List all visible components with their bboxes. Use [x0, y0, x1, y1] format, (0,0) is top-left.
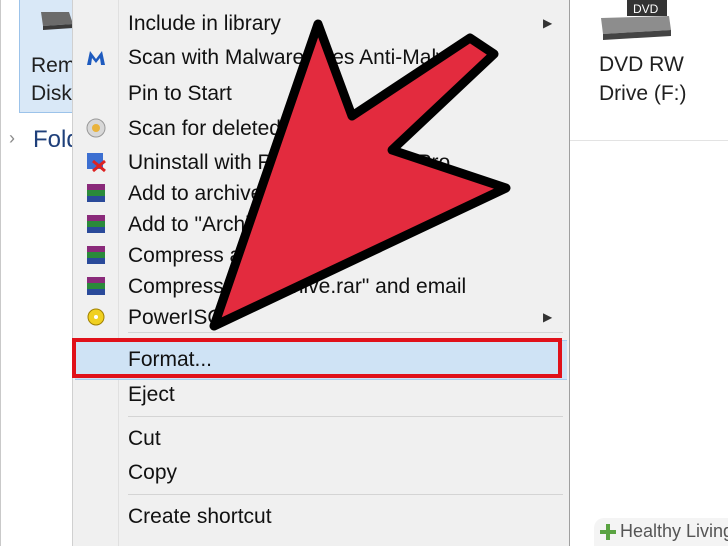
- watermark-text: Healthy Living: [620, 521, 728, 541]
- pointer-arrow-annotation: [209, 19, 511, 331]
- plus-leaf-icon: [600, 524, 616, 540]
